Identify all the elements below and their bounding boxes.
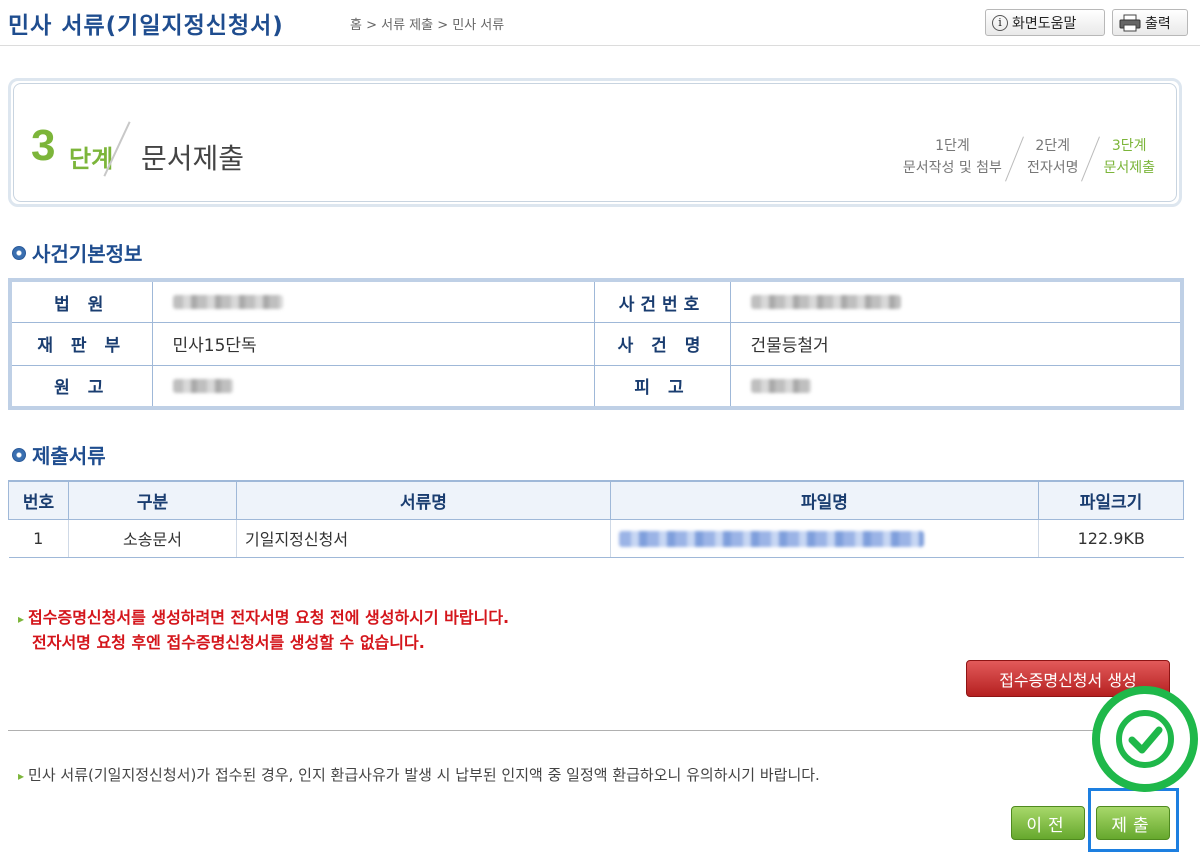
table-row: 법 원 사건번호 xyxy=(9,279,1183,324)
step-indicator-box: 3 단계 문서제출 1단계 문서작성 및 첨부 2단계 전자서명 3단계 문서제… xyxy=(8,78,1182,207)
current-step-number: 3 xyxy=(31,121,56,170)
court-value xyxy=(151,279,595,324)
step-desc: 문서제출 xyxy=(1103,160,1155,176)
step-desc: 전자서명 xyxy=(1026,160,1079,176)
step-label: 1단계 xyxy=(935,138,970,154)
step-2: 2단계 전자서명 xyxy=(1017,135,1089,183)
checkmark-badge xyxy=(1092,686,1198,792)
case-name-label: 사 건 명 xyxy=(593,322,731,366)
step-label: 3단계 xyxy=(1111,138,1147,154)
table-row: 1 소송문서 기일지정신청서 122.9KB xyxy=(8,519,1184,558)
step-desc: 문서작성 및 첨부 xyxy=(902,160,1002,176)
submit-highlight-box xyxy=(1088,788,1179,852)
breadcrumb: 홈 > 서류 제출 > 민사 서류 xyxy=(350,18,505,33)
case-number-label: 사건번호 xyxy=(593,279,731,324)
check-icon xyxy=(1116,710,1174,768)
step-label: 2단계 xyxy=(1035,138,1071,154)
redacted-text xyxy=(750,295,901,310)
step-3: 3단계 문서제출 xyxy=(1093,135,1165,183)
arrow-icon: ▸ xyxy=(18,612,25,626)
step-progress: 1단계 문서작성 및 첨부 2단계 전자서명 3단계 문서제출 xyxy=(893,135,1165,183)
cell-doc-name: 기일지정신청서 xyxy=(236,519,611,558)
arrow-icon: ▸ xyxy=(18,769,25,783)
step-1: 1단계 문서작성 및 첨부 xyxy=(893,135,1012,183)
bullet-icon xyxy=(12,245,26,260)
plaintiff-value xyxy=(151,364,595,409)
redacted-text xyxy=(172,378,233,393)
column-header: 서류명 xyxy=(236,480,611,520)
cell-file-name[interactable] xyxy=(610,519,1039,558)
page-header: 민사 서류(기일지정신청서) 홈 > 서류 제출 > 민사 서류 i 화면도움말… xyxy=(0,0,1200,46)
documents-title: 제출서류 xyxy=(32,444,106,468)
case-name-value: 건물등철거 xyxy=(729,322,1183,366)
case-info-table: 법 원 사건번호 재 판 부 민사15단독 사 건 명 건물등철거 원 고 피 … xyxy=(8,278,1184,410)
current-step-name: 문서제출 xyxy=(141,142,245,175)
table-header-row: 번호 구분 서류명 파일명 파일크기 xyxy=(8,480,1184,520)
redacted-file-link[interactable] xyxy=(619,531,924,547)
column-header: 번호 xyxy=(8,480,69,520)
redacted-text xyxy=(172,295,283,310)
refund-notice: ▸ 민사 서류(기일지정신청서)가 접수된 경우, 인지 환급사유가 발생 시 납… xyxy=(18,764,820,785)
documents-table: 번호 구분 서류명 파일명 파일크기 1 소송문서 기일지정신청서 122.9K… xyxy=(8,480,1184,558)
previous-button[interactable]: 이전 xyxy=(1011,806,1085,840)
column-header: 파일명 xyxy=(610,480,1039,520)
info-icon: i xyxy=(992,14,1008,31)
print-button[interactable]: 출력 xyxy=(1112,9,1188,36)
column-header: 파일크기 xyxy=(1038,480,1184,520)
case-info-title: 사건기본정보 xyxy=(32,242,143,266)
cell-category: 소송문서 xyxy=(68,519,237,558)
division-value: 민사15단독 xyxy=(151,322,595,366)
table-row: 재 판 부 민사15단독 사 건 명 건물등철거 xyxy=(9,322,1183,366)
redacted-text xyxy=(750,378,811,393)
page-title: 민사 서류(기일지정신청서) xyxy=(8,13,284,39)
court-label: 법 원 xyxy=(9,279,153,324)
documents-heading: 제출서류 xyxy=(12,440,106,469)
divider xyxy=(8,730,1183,731)
printer-icon xyxy=(1119,14,1141,31)
division-label: 재 판 부 xyxy=(9,322,153,366)
column-header: 구분 xyxy=(68,480,237,520)
help-button[interactable]: i 화면도움말 xyxy=(985,9,1105,36)
cell-file-size: 122.9KB xyxy=(1038,519,1184,558)
print-button-label: 출력 xyxy=(1145,15,1171,32)
case-number-value xyxy=(729,279,1183,324)
refund-notice-text: 민사 서류(기일지정신청서)가 접수된 경우, 인지 환급사유가 발생 시 납부… xyxy=(28,766,820,784)
cell-no: 1 xyxy=(8,519,69,558)
receipt-warning: ▸ 접수증명신청서를 생성하려면 전자서명 요청 전에 생성하시기 바랍니다. 전… xyxy=(18,606,509,655)
warning-line-2: 전자서명 요청 후엔 접수증명신청서를 생성할 수 없습니다. xyxy=(32,633,425,652)
help-button-label: 화면도움말 xyxy=(1012,15,1077,32)
plaintiff-label: 원 고 xyxy=(9,364,153,409)
bullet-icon xyxy=(12,447,26,462)
case-info-heading: 사건기본정보 xyxy=(12,238,142,267)
defendant-label: 피 고 xyxy=(593,364,731,409)
table-row: 원 고 피 고 xyxy=(9,364,1183,409)
warning-line-1: 접수증명신청서를 생성하려면 전자서명 요청 전에 생성하시기 바랍니다. xyxy=(28,608,510,627)
defendant-value xyxy=(729,364,1183,409)
